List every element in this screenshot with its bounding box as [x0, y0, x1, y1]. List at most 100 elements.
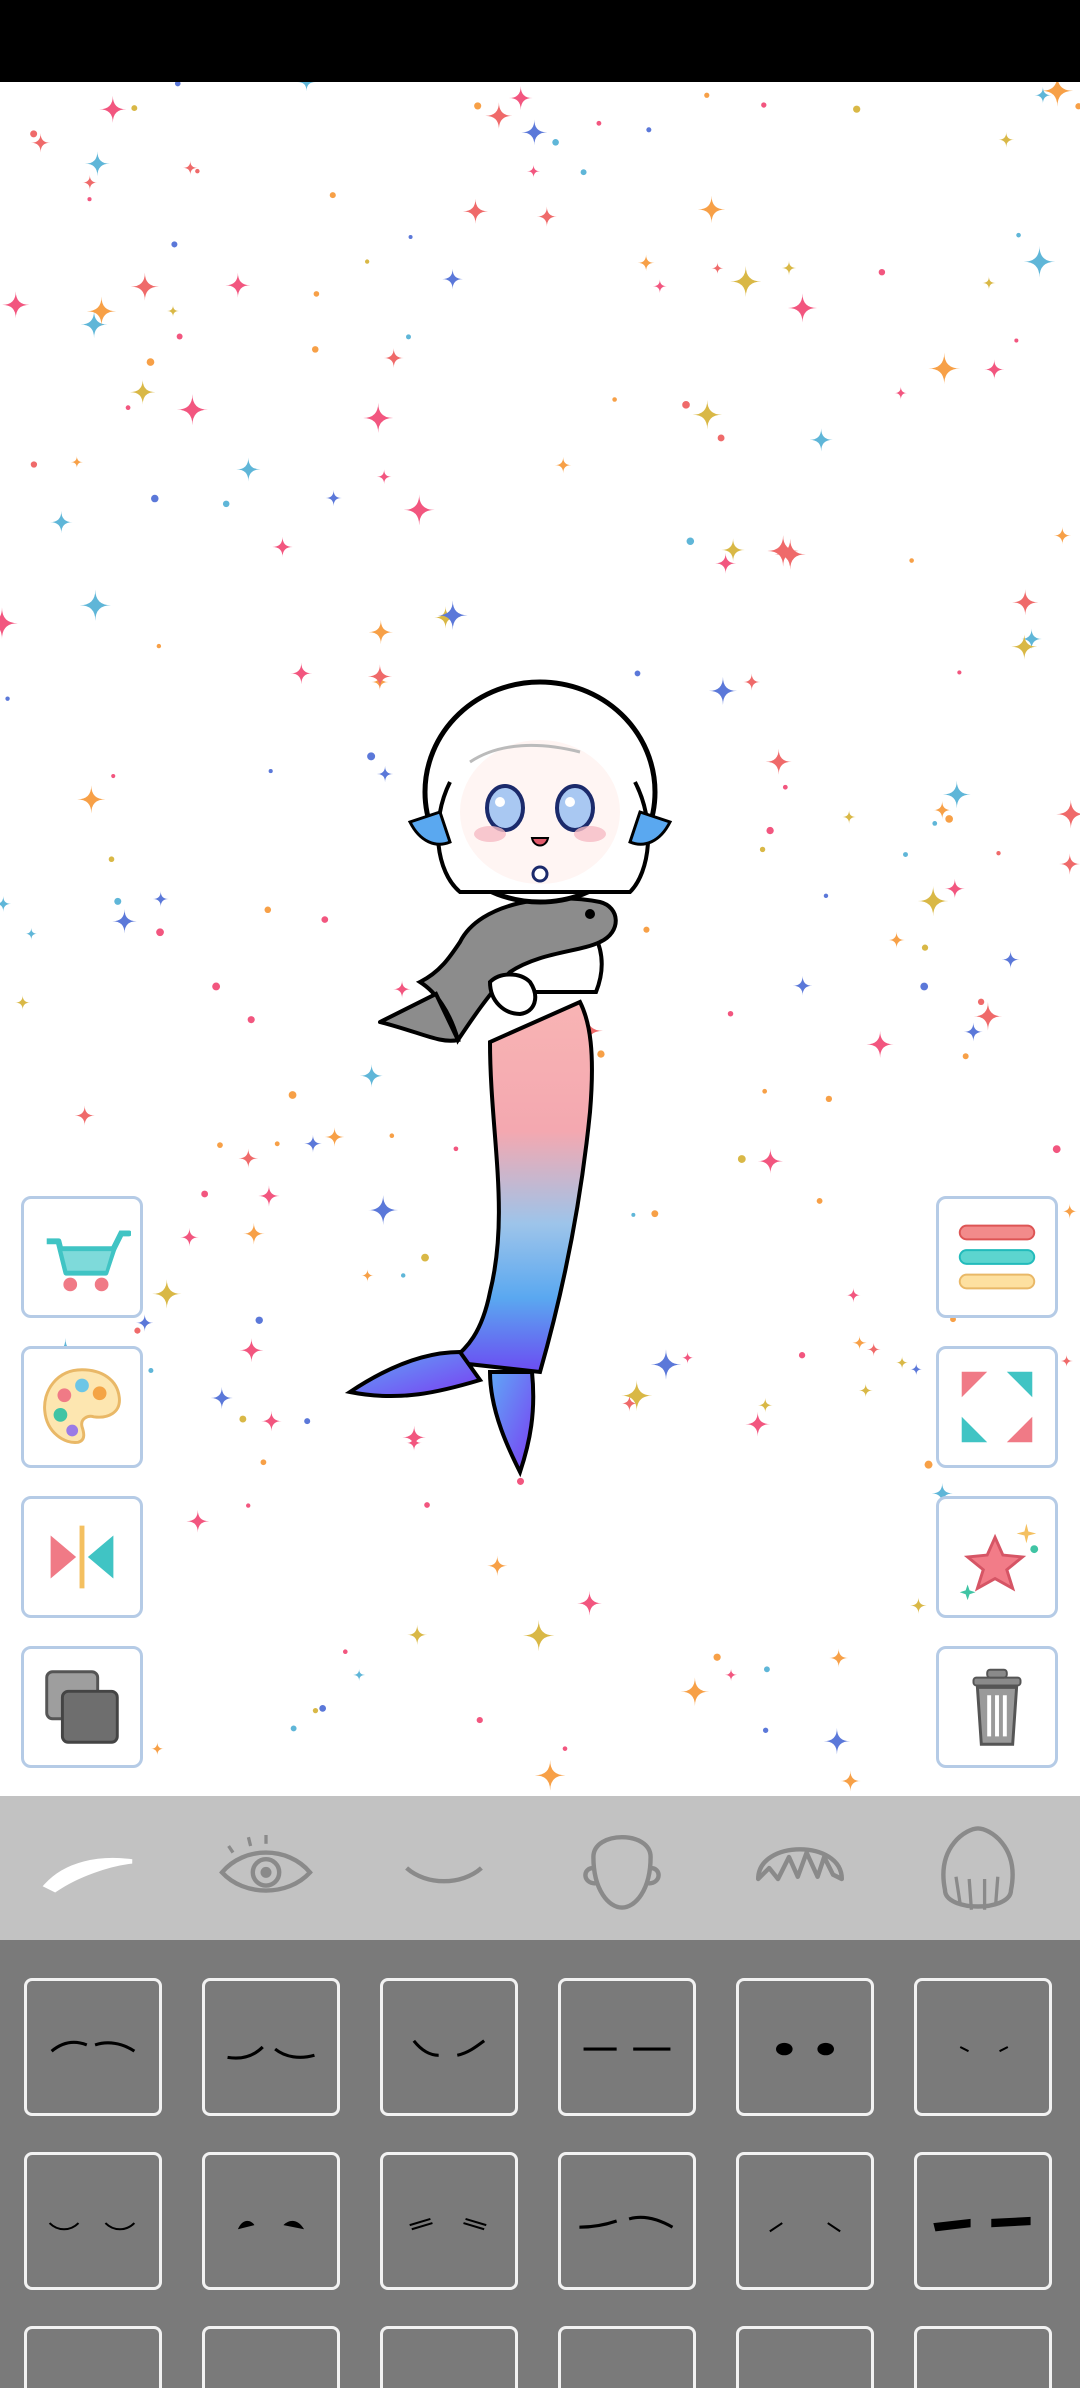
eyebrow-option-bold-dots[interactable] [202, 2152, 340, 2290]
star-decoration [0, 607, 18, 640]
star-decoration [825, 1095, 833, 1103]
background-button[interactable] [936, 1496, 1058, 1618]
star-decoration [174, 82, 181, 87]
star-decoration [612, 397, 617, 402]
eyebrow-options-grid [0, 1940, 1080, 2388]
eyebrow-option-short-slant[interactable] [736, 2152, 874, 2290]
eyebrow-option-partial-2[interactable] [202, 2326, 340, 2388]
color-palette-button[interactable] [21, 1346, 143, 1468]
star-decoration [424, 1502, 430, 1508]
tab-eyes[interactable] [206, 1796, 326, 1940]
star-decoration [637, 254, 655, 272]
star-decoration [757, 1397, 773, 1413]
eyebrow-option-straight-thin[interactable] [558, 1978, 696, 2116]
eyebrow-preview-icon [959, 2046, 1009, 2053]
star-decoration [840, 1770, 861, 1792]
hamburger-menu-icon [958, 1224, 1036, 1290]
eyebrow-option-dot-brows[interactable] [736, 1978, 874, 2116]
star-decoration [697, 195, 726, 224]
star-decoration [646, 127, 652, 133]
star-decoration [1052, 1145, 1061, 1154]
flip-button[interactable] [21, 1496, 143, 1618]
eyebrow-option-partial-4[interactable] [558, 2326, 696, 2388]
eye-icon [219, 1835, 313, 1893]
eyebrow-option-thin-arched[interactable] [24, 1978, 162, 2116]
eyebrow-option-soft-curved[interactable] [202, 1978, 340, 2116]
tab-bangs[interactable] [740, 1796, 860, 1940]
star-decoration [767, 535, 799, 567]
star-decoration [239, 1415, 247, 1423]
star-decoration [792, 975, 813, 996]
eyebrow-option-flat-wave[interactable] [558, 2152, 696, 2290]
eyebrow-preview-icon [412, 2039, 486, 2057]
star-decoration [888, 931, 905, 949]
star-decoration [910, 1597, 927, 1614]
tab-eyebrows[interactable] [28, 1796, 148, 1940]
star-decoration [984, 359, 1005, 380]
star-decoration [210, 1386, 233, 1410]
star-decoration [1053, 526, 1072, 545]
eyebrow-preview-icon [48, 2222, 136, 2231]
star-decoration [1012, 589, 1039, 616]
eyebrow-option-low-curved[interactable] [24, 2152, 162, 2290]
star-decoration [963, 1022, 983, 1042]
star-decoration [846, 1287, 861, 1303]
star-decoration [2, 291, 30, 319]
eyebrow-icon [42, 1857, 133, 1893]
tab-mouth[interactable] [384, 1796, 504, 1940]
layers-button[interactable] [21, 1646, 143, 1768]
star-decoration [704, 92, 710, 98]
star-decoration [730, 265, 762, 298]
star-decoration [217, 1142, 223, 1148]
star-decoration [682, 400, 690, 409]
delete-button[interactable] [936, 1646, 1058, 1768]
star-decoration [156, 643, 162, 649]
eyebrow-option-angled-down[interactable] [380, 1978, 518, 2116]
character-canvas[interactable] [0, 82, 1080, 1796]
star-decoration [962, 1053, 969, 1060]
star-decoration [353, 1668, 366, 1681]
star-decoration [30, 461, 38, 468]
star-decoration [596, 120, 602, 126]
star-decoration [920, 982, 929, 991]
star-decoration [852, 1335, 867, 1350]
star-decoration [829, 1648, 849, 1668]
star-decoration [787, 293, 818, 323]
star-decoration [112, 909, 137, 934]
menu-button[interactable] [936, 1196, 1058, 1318]
star-decoration [84, 151, 110, 177]
star-decoration [99, 95, 127, 123]
shop-button[interactable] [21, 1196, 143, 1318]
star-decoration [176, 333, 183, 340]
star-decoration [329, 192, 336, 199]
eyebrow-option-thick-bar[interactable] [914, 2152, 1052, 2290]
star-decoration [903, 852, 908, 858]
star-decoration [766, 826, 774, 835]
eyebrow-option-partial-1[interactable] [24, 2326, 162, 2388]
star-decoration [842, 810, 856, 824]
eyebrow-option-partial-6[interactable] [914, 2326, 1052, 2388]
tab-hair[interactable] [918, 1796, 1038, 1940]
star-decoration [462, 198, 489, 224]
star-decoration [183, 160, 198, 176]
fullscreen-button[interactable] [936, 1346, 1058, 1468]
eyebrow-option-tiny-slant[interactable] [914, 1978, 1052, 2116]
eyebrow-preview-icon [389, 2335, 509, 2388]
eyebrow-preview-icon [567, 2335, 687, 2388]
mermaid-character[interactable] [340, 652, 740, 1502]
star-decoration [30, 130, 38, 138]
star-decoration [759, 846, 766, 853]
star-decoration [304, 1134, 322, 1153]
star-decoration [858, 1383, 873, 1398]
star-decoration [212, 982, 221, 991]
eyebrow-option-partial-5[interactable] [736, 2326, 874, 2388]
eyebrow-option-partial-3[interactable] [380, 2326, 518, 2388]
star-decoration [15, 995, 31, 1011]
mouth-icon [405, 1866, 483, 1884]
tab-face[interactable] [562, 1796, 682, 1940]
star-decoration [74, 1105, 95, 1126]
star-decoration [222, 500, 230, 508]
star-decoration [312, 1707, 319, 1714]
star-decoration [5, 696, 10, 701]
eyebrow-option-feathered[interactable] [380, 2152, 518, 2290]
